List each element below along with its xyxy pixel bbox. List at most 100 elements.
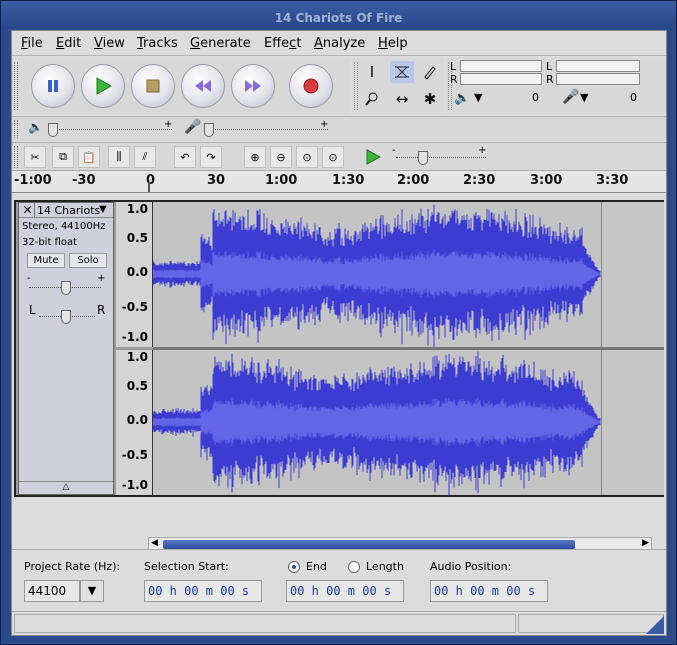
redo-icon: ↷ — [206, 150, 216, 164]
fit-selection-button[interactable]: ⊙ — [296, 146, 318, 168]
waveform-channel-left[interactable] — [153, 202, 601, 347]
ruler-label: 1:00 — [265, 173, 298, 188]
record-icon — [303, 78, 319, 94]
rec-meter-menu-icon[interactable]: ▼ — [580, 91, 588, 104]
gain-plus-label: + — [97, 273, 106, 284]
skip-end-icon — [245, 80, 261, 92]
record-button[interactable] — [289, 64, 333, 108]
rec-meter-left — [556, 60, 640, 72]
undo-button[interactable]: ↶ — [174, 146, 196, 168]
selection-end-input[interactable]: 00 h 00 m 00 s — [286, 580, 404, 602]
toolbar-grip[interactable] — [14, 62, 18, 110]
ruler-label: 3:00 — [530, 173, 563, 188]
selection-toolbar: Project Rate (Hz): 44100 ▼ Selection Sta… — [12, 549, 666, 609]
solo-button[interactable]: Solo — [69, 253, 107, 268]
cut-button[interactable]: ✂ — [24, 146, 46, 168]
track-area: ✕ 14 Chariots ▼ Stereo, 44100Hz 32-bit f… — [14, 200, 664, 497]
meter-toolbar: L R L R 🔈 ▼ 0 🎤 ▼ 0 — [446, 58, 666, 114]
transport-toolbar — [12, 58, 350, 114]
selection-tool-icon[interactable]: I — [360, 61, 384, 83]
track-bitdepth: 32-bit float — [22, 237, 78, 248]
length-radio[interactable] — [348, 561, 360, 573]
microphone-icon[interactable]: 🎤 — [562, 89, 579, 105]
menu-generate[interactable]: Generate — [190, 36, 251, 51]
menu-analyze[interactable]: Analyze — [314, 36, 365, 51]
playhead-marker[interactable] — [148, 182, 153, 192]
ruler-label: 1:30 — [332, 173, 365, 188]
play-at-speed-button[interactable] — [362, 146, 384, 168]
menu-file[interactable]: File — [21, 36, 43, 51]
input-volume-slider[interactable] — [206, 129, 328, 130]
scroll-thumb[interactable] — [163, 540, 575, 549]
ruler-label: 30 — [207, 173, 226, 188]
audio-position-label: Audio Position: — [430, 560, 512, 573]
fit-project-button[interactable]: ⊙ — [322, 146, 344, 168]
waveform-channel-right[interactable] — [153, 350, 601, 495]
menu-bar: File Edit View Tracks Generate Effect An… — [12, 31, 666, 56]
skip-start-button[interactable] — [181, 64, 225, 108]
envelope-tool-icon[interactable] — [390, 61, 414, 83]
output-volume-slider[interactable] — [52, 129, 172, 130]
play-speed-slider[interactable] — [396, 157, 486, 158]
gain-thumb[interactable] — [61, 281, 71, 295]
timeline-ruler[interactable]: -1:00 -30 0 30 1:00 1:30 2:00 2:30 3:00 … — [12, 170, 666, 193]
edit-toolbar: ✂ ⧉ 📋 ⫼ ⫽ ↶ ↷ ⊕ ⊖ ⊙ ⊙ - + — [12, 142, 666, 170]
play-speed-thumb[interactable] — [418, 151, 428, 165]
silence-icon: ⫽ — [142, 150, 148, 163]
track-menu-chevron-icon[interactable]: ▼ — [99, 204, 107, 215]
track-control-panel: ✕ 14 Chariots ▼ Stereo, 44100Hz 32-bit f… — [18, 202, 114, 495]
trim-button[interactable]: ⫼ — [108, 146, 130, 168]
track-name-menu[interactable]: 14 Chariots — [37, 204, 100, 217]
audio-position-input[interactable]: 00 h 00 m 00 s — [430, 580, 548, 602]
status-rate — [518, 614, 664, 633]
app-window: 14 Chariots Of Fire File Edit View Track… — [0, 0, 677, 645]
copy-button[interactable]: ⧉ — [52, 146, 74, 168]
vertical-ruler-left: 1.0 0.5 0.0 -0.5 -1.0 — [116, 202, 153, 347]
menu-help[interactable]: Help — [378, 36, 408, 51]
resize-grip-icon[interactable] — [646, 616, 664, 634]
zoom-out-button[interactable]: ⊖ — [270, 146, 292, 168]
pan-right-label: R — [97, 303, 106, 317]
zoom-in-button[interactable]: ⊕ — [244, 146, 266, 168]
stop-button[interactable] — [131, 64, 175, 108]
redo-button[interactable]: ↷ — [200, 146, 222, 168]
multi-tool-icon[interactable]: ✱ — [418, 88, 442, 110]
client-area: File Edit View Tracks Generate Effect An… — [11, 30, 667, 636]
rec-meter-right — [556, 73, 640, 85]
skip-end-button[interactable] — [231, 64, 275, 108]
menu-view[interactable]: View — [94, 36, 125, 51]
collapse-track-icon[interactable]: △ — [19, 481, 113, 494]
play-icon — [96, 77, 112, 95]
play-meter-menu-icon[interactable]: ▼ — [474, 91, 482, 104]
pan-thumb[interactable] — [61, 310, 71, 324]
menu-tracks[interactable]: Tracks — [137, 36, 178, 51]
project-rate-label: Project Rate (Hz): — [24, 560, 121, 573]
output-volume-thumb[interactable] — [48, 123, 58, 137]
play-button[interactable] — [81, 64, 125, 108]
selection-start-input[interactable]: 00 h 00 m 00 s — [144, 580, 262, 602]
zoom-in-icon: ⊕ — [250, 150, 260, 164]
input-volume-thumb[interactable] — [204, 123, 214, 137]
scroll-right-icon[interactable]: ▶ — [642, 538, 649, 548]
window-title: 14 Chariots Of Fire — [1, 1, 676, 29]
mute-button[interactable]: Mute — [27, 253, 65, 268]
pause-button[interactable] — [31, 64, 75, 108]
paste-button[interactable]: 📋 — [78, 146, 100, 168]
end-radio[interactable] — [288, 561, 300, 573]
timeshift-tool-icon[interactable]: ↔ — [390, 88, 414, 110]
paste-icon: 📋 — [82, 150, 96, 164]
close-track-icon[interactable]: ✕ — [21, 203, 35, 218]
draw-tool-icon[interactable] — [418, 61, 442, 83]
play-meter-right — [460, 73, 542, 85]
scroll-left-icon[interactable]: ◀ — [151, 538, 158, 548]
play-at-speed-icon — [366, 149, 381, 165]
project-rate-dropdown-icon[interactable]: ▼ — [80, 580, 104, 602]
silence-button[interactable]: ⫽ — [134, 146, 156, 168]
menu-edit[interactable]: Edit — [56, 36, 81, 51]
zoom-tool-icon[interactable] — [360, 88, 384, 110]
project-rate-input[interactable]: 44100 — [24, 580, 80, 602]
speaker-icon[interactable]: 🔈 — [454, 91, 470, 106]
menu-effect[interactable]: Effect — [264, 36, 301, 51]
undo-icon: ↶ — [180, 150, 190, 164]
rec-meter-value: 0 — [630, 91, 637, 104]
